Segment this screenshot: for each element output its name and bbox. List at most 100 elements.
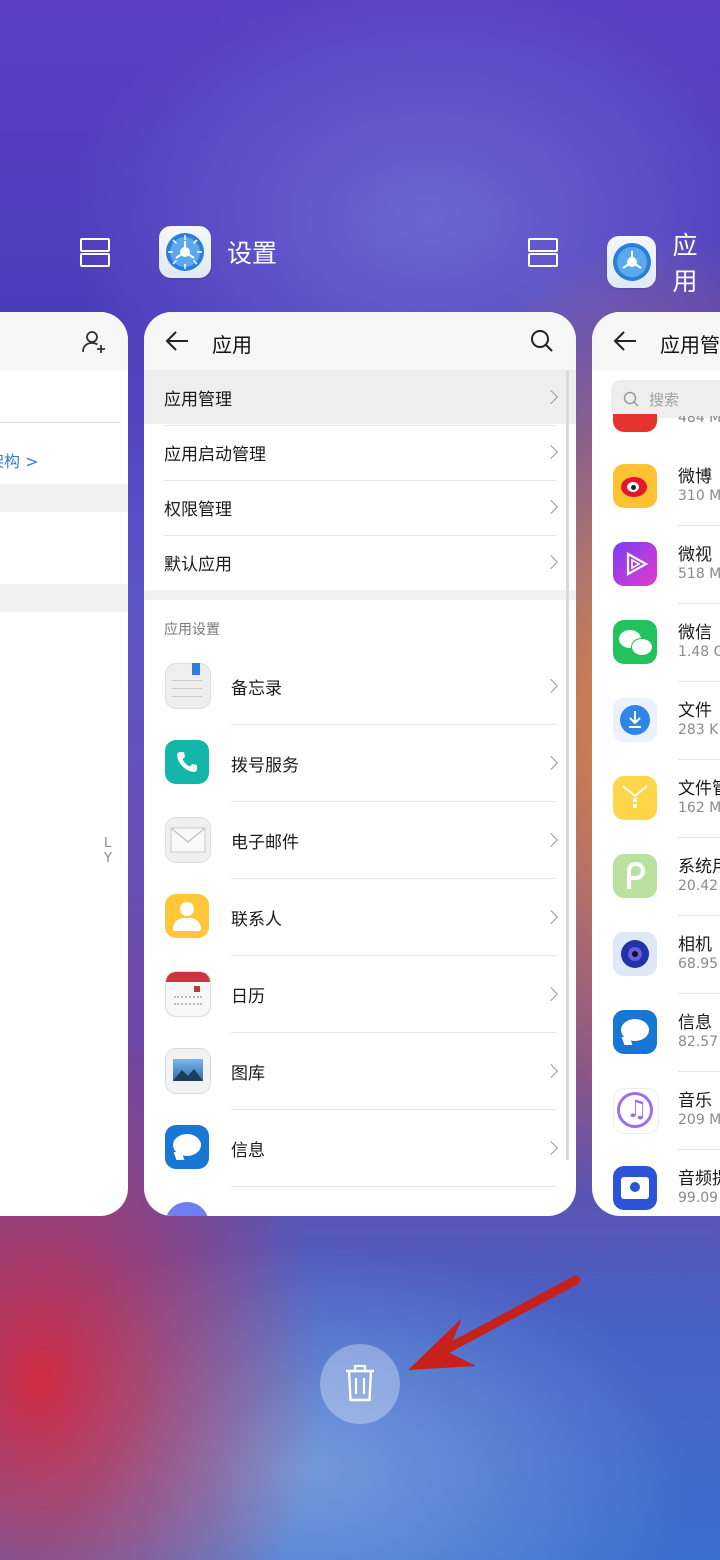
app-size: 68.95 [678,956,719,972]
contacts-icon [165,894,209,938]
search-placeholder: 搜索 [649,391,680,409]
clear-all-button[interactable] [320,1344,400,1424]
wechat-icon [613,620,657,664]
left-section-band [0,484,128,512]
app-size: 82.57 [678,1034,719,1050]
search-icon[interactable] [530,329,554,353]
app-size: 1.48 G [678,644,720,660]
settings-app-card[interactable]: 应用 应用管理 应用启动管理 权限管理 默认应用 应用设置 备忘录 拨号服务 电… [144,312,576,1216]
back-arrow-icon[interactable] [164,329,190,353]
menu-app-launch[interactable]: 应用启动管理 [144,425,576,479]
weibo-icon [613,464,657,508]
menu-app-management[interactable]: 应用管理 [144,370,576,424]
app-management-card[interactable]: 应用管 搜索 484 M 微博 310 M 微视 518 M 微信 1.48 G [592,312,720,1216]
music-note-glyph: ♫ [626,1095,648,1123]
center-window-split-icon[interactable] [528,238,558,267]
section-gap [144,590,576,600]
messages-icon [613,1010,657,1054]
menu-permissions[interactable]: 权限管理 [144,480,576,534]
center-app-name: 设置 [227,239,278,268]
app-row-music[interactable]: ♫ 音乐 209 M [592,1072,720,1150]
app-row-messages[interactable]: 信息 82.57 [592,994,720,1072]
menu-default-apps[interactable]: 默认应用 [144,535,576,589]
back-arrow-icon[interactable] [612,329,638,353]
app-size: 162 M [678,800,720,816]
app-item-notes[interactable]: 备忘录 [144,648,576,725]
menu-label: 权限管理 [164,499,232,520]
app-size: 209 M [678,1112,720,1128]
left-app-card[interactable]: 识架构 > LY [0,312,128,1216]
app-mgmt-title: 应用管 [660,333,720,357]
chevron-right-icon [543,1140,559,1156]
divider [231,1186,556,1187]
app-item-messages[interactable]: 信息 [144,1110,576,1187]
app-name: 音频提 [678,1169,720,1189]
app-label: 日历 [231,987,265,1007]
right-app-header: 应用 [607,226,720,298]
chevron-right-icon [543,389,559,405]
android-p-icon [613,854,657,898]
app-item-gallery[interactable]: 图库 [144,1033,576,1110]
app-name: 微博 [678,467,712,487]
app-size: 310 M [678,488,720,504]
annotation-arrow [408,1275,581,1370]
mail-icon [165,817,211,863]
app-size: 283 K [678,722,719,738]
weishi-icon [613,542,657,586]
left-section-band-2 [0,584,128,612]
app-item-dialer[interactable]: 拨号服务 [144,725,576,802]
gallery-icon [165,1048,211,1094]
app-name: 音乐 [678,1091,712,1111]
app-row-wechat[interactable]: 微信 1.48 G [592,604,720,682]
search-field[interactable]: 搜索 [611,380,720,418]
phone-icon [165,740,209,784]
notes-icon [165,663,211,709]
right-app-name: 应用 [672,231,698,296]
scrollbar[interactable] [566,370,569,1160]
chevron-right-icon [543,444,559,460]
left-link[interactable]: 识架构 > [0,448,39,472]
chevron-right-icon [543,499,559,515]
app-label: 拨号服务 [231,756,299,776]
app-size: 20.42 [678,878,719,894]
app-name: 信息 [678,1013,712,1033]
app-item-email[interactable]: 电子邮件 [144,802,576,879]
app-name: 微视 [678,545,712,565]
center-app-header: 设置 [159,226,277,278]
chevron-right-icon [543,678,559,694]
settings-app-icon [159,226,211,278]
partial-app-size: 484 M [678,416,720,426]
add-contact-icon[interactable] [80,328,108,356]
left-window-split-icon[interactable] [80,238,110,267]
partial-app-icon [613,414,657,432]
app-size: 518 M [678,566,720,582]
audio-extract-icon [613,1166,657,1210]
app-row-weishi[interactable]: 微视 518 M [592,526,720,604]
app-row-file[interactable]: 文件 283 K [592,682,720,760]
chevron-right-icon [543,909,559,925]
left-input-underline [0,422,120,423]
app-item-calendar[interactable]: 日历 [144,956,576,1033]
section-title: 应用设置 [164,622,220,638]
app-label: 联系人 [231,910,282,930]
app-item-contacts[interactable]: 联系人 [144,879,576,956]
menu-label: 应用启动管理 [164,444,266,465]
files-icon [613,776,657,820]
app-size: 99.09 [678,1190,719,1206]
app-row-audio-extract[interactable]: 音频提 99.09 [592,1150,720,1216]
app-name: 相机 [678,935,712,955]
app-name: 文件 [678,701,712,721]
music-icon: ♫ [613,1088,659,1134]
app-label: 信息 [231,1141,265,1161]
camera-icon [613,932,657,976]
menu-label: 应用管理 [164,389,232,410]
app-row-camera[interactable]: 相机 68.95 [592,916,720,994]
chevron-right-icon [543,1063,559,1079]
app-name: 微信 [678,623,712,643]
app-row-system[interactable]: 系统用 20.42 [592,838,720,916]
download-icon [613,698,657,742]
app-row-weibo[interactable]: 微博 310 M [592,448,720,526]
app-row-file-manager[interactable]: 文件管 162 M [592,760,720,838]
menu-label: 默认应用 [164,554,232,575]
chevron-right-icon [543,755,559,771]
